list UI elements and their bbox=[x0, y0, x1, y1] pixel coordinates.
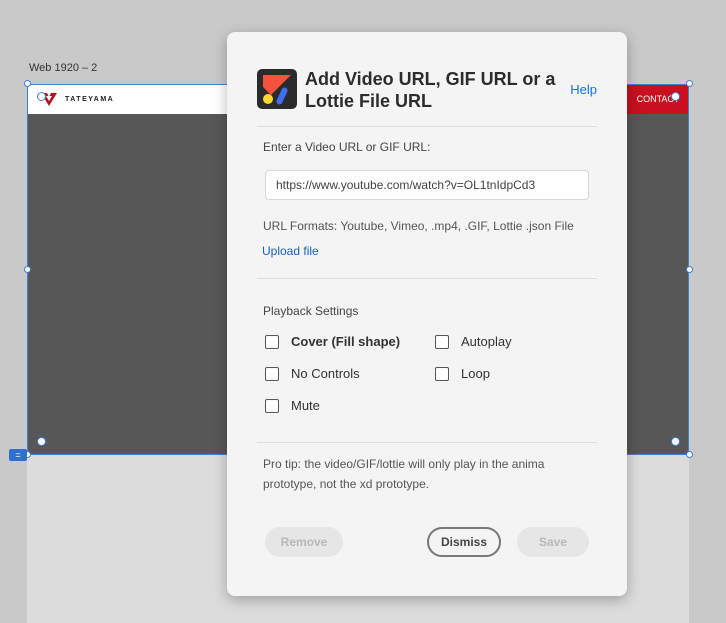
contact-button: CONTACT bbox=[627, 84, 689, 114]
no-controls-checkbox[interactable]: No Controls bbox=[265, 366, 360, 381]
upload-file-link[interactable]: Upload file bbox=[262, 244, 319, 258]
pro-tip-text: Pro tip: the video/GIF/lottie will only … bbox=[263, 457, 545, 491]
cover-checkbox[interactable]: Cover (Fill shape) bbox=[265, 334, 400, 349]
resize-handle-bottom-right[interactable] bbox=[686, 451, 693, 458]
checkbox-box[interactable] bbox=[435, 366, 449, 381]
no-controls-label: No Controls bbox=[291, 366, 360, 381]
divider bbox=[257, 126, 597, 127]
anima-app-icon bbox=[257, 69, 297, 109]
selection-handle-bottom-left[interactable] bbox=[37, 437, 46, 446]
divider bbox=[257, 278, 597, 279]
resize-handle-left[interactable] bbox=[24, 266, 31, 273]
checkbox-box[interactable] bbox=[435, 334, 449, 349]
video-url-dialog: Add Video URL, GIF URL or a Lottie File … bbox=[227, 32, 627, 596]
loop-checkbox[interactable]: Loop bbox=[435, 366, 490, 381]
cover-label: Cover (Fill shape) bbox=[291, 334, 401, 349]
artboard-label[interactable]: Web 1920 – 2 bbox=[29, 62, 97, 74]
resize-handle-top-left[interactable] bbox=[24, 80, 31, 87]
checkbox-box[interactable] bbox=[265, 398, 279, 413]
playback-settings-title: Playback Settings bbox=[263, 304, 359, 318]
save-button[interactable]: Save bbox=[517, 527, 589, 557]
selection-handle-top-right[interactable] bbox=[671, 92, 680, 101]
url-input[interactable] bbox=[265, 170, 589, 200]
dismiss-button[interactable]: Dismiss bbox=[427, 527, 501, 557]
url-prompt-label: Enter a Video URL or GIF URL: bbox=[263, 140, 431, 154]
site-logo: TATEYAMA bbox=[39, 90, 114, 108]
loop-label: Loop bbox=[461, 366, 490, 381]
logo-text: TATEYAMA bbox=[65, 95, 115, 103]
layout-toggle-button[interactable]: = bbox=[9, 449, 27, 461]
selection-handle-top-left[interactable] bbox=[37, 92, 46, 101]
dialog-title: Add Video URL, GIF URL or a Lottie File … bbox=[305, 69, 556, 111]
checkbox-box[interactable] bbox=[265, 334, 279, 349]
url-formats-text: URL Formats: Youtube, Vimeo, .mp4, .GIF,… bbox=[263, 219, 574, 233]
resize-handle-right[interactable] bbox=[686, 266, 693, 273]
checkbox-box[interactable] bbox=[265, 366, 279, 381]
help-link[interactable]: Help bbox=[570, 82, 597, 97]
dialog-header: Add Video URL, GIF URL or a Lottie File … bbox=[257, 68, 597, 118]
autoplay-label: Autoplay bbox=[461, 334, 512, 349]
mute-checkbox[interactable]: Mute bbox=[265, 398, 320, 413]
remove-button[interactable]: Remove bbox=[265, 527, 343, 557]
resize-handle-top-right[interactable] bbox=[686, 80, 693, 87]
mute-label: Mute bbox=[291, 398, 320, 413]
autoplay-checkbox[interactable]: Autoplay bbox=[435, 334, 512, 349]
selection-handle-bottom-right[interactable] bbox=[671, 437, 680, 446]
divider bbox=[257, 442, 597, 443]
